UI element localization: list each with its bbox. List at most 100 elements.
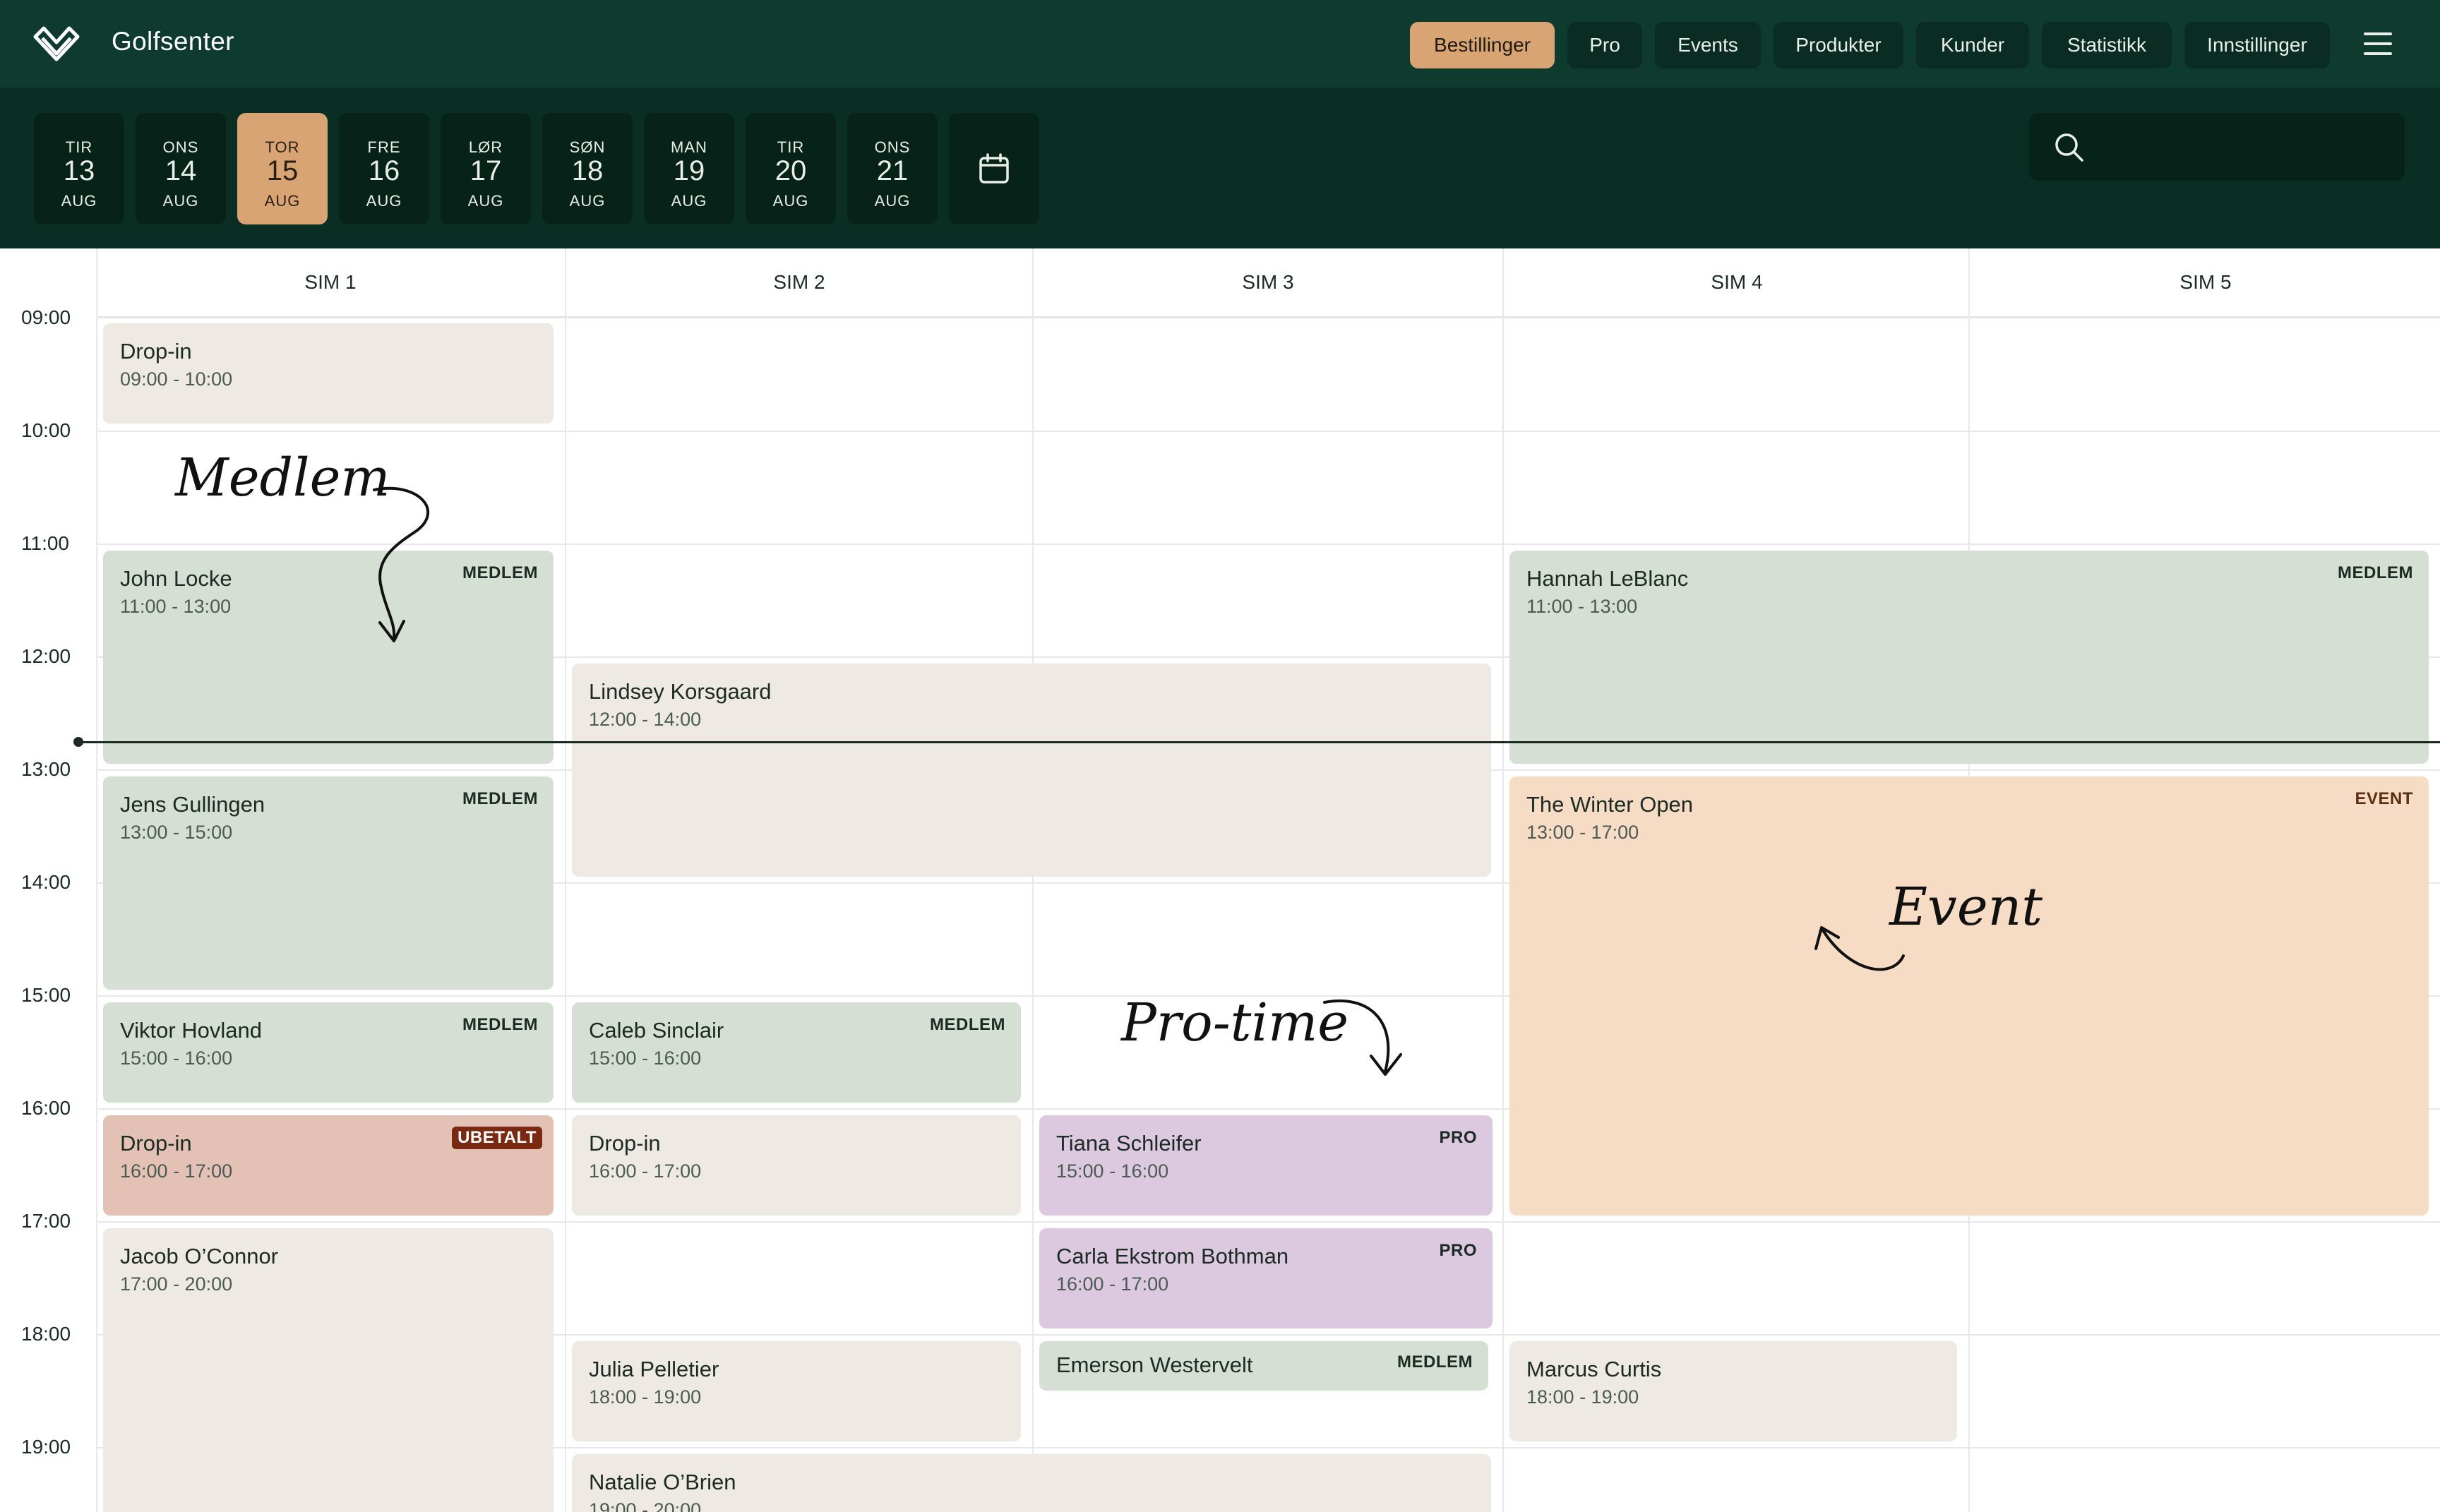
booking-card[interactable]: Tiana Schleifer 15:00 - 16:00 PRO (1039, 1115, 1493, 1216)
column-header-sim-5: SIM 5 (2179, 271, 2232, 293)
time-label: 09:00 (21, 306, 71, 328)
date-tile[interactable]: FRE 16 AUG (339, 113, 429, 224)
booking-card[interactable]: Viktor Hovland 15:00 - 16:00 MEDLEM (103, 1002, 554, 1103)
booking-card[interactable]: John Locke 11:00 - 13:00 MEDLEM (103, 551, 554, 764)
column-divider (1502, 248, 1504, 1512)
date-tile[interactable]: TIR 13 AUG (34, 113, 124, 224)
column-header-sim-3: SIM 3 (1242, 271, 1294, 293)
current-time-dot (73, 737, 83, 747)
date-day: 14 (165, 155, 197, 186)
menu-icon[interactable] (2364, 31, 2395, 59)
search-input[interactable] (2100, 127, 2389, 167)
logo-icon (33, 26, 80, 61)
booking-name: Lindsey Korsgaard (589, 679, 772, 704)
booking-name: Hannah LeBlanc (1526, 566, 1689, 591)
date-tile[interactable]: MAN 19 AUG (644, 113, 734, 224)
booking-card[interactable]: Drop-in 09:00 - 10:00 (103, 323, 554, 424)
date-month: AUG (671, 192, 707, 210)
booking-card[interactable]: Drop-in 16:00 - 17:00 (572, 1115, 1021, 1216)
booking-name: Emerson Westervelt (1056, 1352, 1253, 1377)
column-divider (565, 248, 566, 1512)
date-tile[interactable]: TIR 20 AUG (746, 113, 836, 224)
booking-card[interactable]: Natalie O’Brien 19:00 - 20:00 (572, 1454, 1491, 1512)
booking-card[interactable]: Emerson Westervelt MEDLEM (1039, 1341, 1488, 1391)
column-header-sim-2: SIM 2 (773, 271, 825, 293)
booking-time: 18:00 - 19:00 (589, 1386, 702, 1408)
date-tile[interactable]: LØR 17 AUG (441, 113, 531, 224)
booking-time: 15:00 - 16:00 (1056, 1160, 1169, 1182)
date-weekday: TOR (265, 138, 300, 156)
booking-time: 19:00 - 20:00 (589, 1499, 702, 1512)
member-badge: MEDLEM (462, 789, 538, 808)
booking-name: Tiana Schleifer (1056, 1131, 1202, 1156)
booking-card[interactable]: Lindsey Korsgaard 12:00 - 14:00 (572, 664, 1491, 877)
nav-kunder[interactable]: Kunder (1916, 22, 2029, 68)
date-weekday: TIR (65, 138, 93, 156)
search-box[interactable] (2029, 113, 2405, 181)
booking-card[interactable]: Caleb Sinclair 15:00 - 16:00 MEDLEM (572, 1002, 1021, 1103)
date-month: AUG (264, 192, 301, 210)
event-card[interactable]: The Winter Open 13:00 - 17:00 EVENT (1509, 776, 2429, 1216)
date-weekday: FRE (367, 138, 401, 156)
date-tile-selected[interactable]: TOR 15 AUG (237, 113, 328, 224)
member-badge: MEDLEM (2338, 563, 2413, 582)
nav-statistikk[interactable]: Statistikk (2042, 22, 2172, 68)
booking-name: Viktor Hovland (120, 1018, 263, 1043)
member-badge: MEDLEM (462, 563, 538, 582)
nav-pro[interactable]: Pro (1567, 22, 1642, 68)
date-tile[interactable]: ONS 21 AUG (847, 113, 938, 224)
booking-card[interactable]: Jacob O’Connor 17:00 - 20:00 (103, 1228, 554, 1512)
booking-time: 11:00 - 13:00 (120, 596, 232, 617)
nav-events[interactable]: Events (1655, 22, 1761, 68)
booking-name: Marcus Curtis (1526, 1357, 1662, 1381)
booking-time: 18:00 - 19:00 (1526, 1386, 1639, 1408)
booking-card[interactable]: Hannah LeBlanc 11:00 - 13:00 MEDLEM (1509, 551, 2429, 764)
booking-card[interactable]: Marcus Curtis 18:00 - 19:00 (1509, 1341, 1957, 1441)
date-tile[interactable]: SØN 18 AUG (542, 113, 633, 224)
time-label: 11:00 (21, 532, 69, 554)
header-divider (96, 316, 2440, 318)
column-header-sim-4: SIM 4 (1711, 271, 1763, 293)
annotation-medlem: Medlem (175, 448, 390, 508)
unpaid-badge: UBETALT (452, 1127, 542, 1149)
nav-innstillinger[interactable]: Innstillinger (2184, 22, 2330, 68)
nav-produkter[interactable]: Produkter (1774, 22, 1903, 68)
booking-name: The Winter Open (1526, 792, 1694, 817)
booking-name: John Locke (120, 566, 232, 591)
calendar-button[interactable] (949, 113, 1039, 224)
booking-card[interactable]: Julia Pelletier 18:00 - 19:00 (572, 1341, 1021, 1441)
nav-bestillinger[interactable]: Bestillinger (1410, 22, 1555, 68)
date-weekday: ONS (162, 138, 199, 156)
column-divider (96, 248, 97, 1512)
date-day: 15 (266, 155, 299, 186)
booking-name: Drop-in (120, 339, 192, 364)
booking-card[interactable]: Drop-in 16:00 - 17:00 UBETALT (103, 1115, 554, 1216)
booking-card[interactable]: Jens Gullingen 13:00 - 15:00 MEDLEM (103, 776, 554, 990)
date-month: AUG (467, 192, 504, 210)
booking-time: 17:00 - 20:00 (120, 1273, 233, 1295)
date-month: AUG (772, 192, 809, 210)
booking-name: Natalie O’Brien (589, 1470, 736, 1494)
date-day: 20 (775, 155, 807, 186)
date-month: AUG (366, 192, 402, 210)
booking-card[interactable]: Carla Ekstrom Bothman 16:00 - 17:00 PRO (1039, 1228, 1493, 1328)
booking-name: Jens Gullingen (120, 792, 265, 817)
column-header-sim-1: SIM 1 (304, 271, 357, 293)
member-badge: MEDLEM (462, 1015, 538, 1034)
booking-time: 09:00 - 10:00 (120, 368, 233, 390)
booking-name: Julia Pelletier (589, 1357, 719, 1381)
annotation-pro-time: Pro-time (1121, 992, 1349, 1053)
pro-badge: PRO (1439, 1128, 1477, 1147)
booking-name: Drop-in (120, 1131, 192, 1156)
booking-name: Jacob O’Connor (120, 1244, 279, 1268)
date-weekday: TIR (777, 138, 805, 156)
booking-name: Drop-in (589, 1131, 661, 1156)
time-label: 16:00 (21, 1097, 71, 1119)
date-month: AUG (569, 192, 606, 210)
column-divider (1032, 248, 1034, 1512)
curly-arrow-icon (373, 486, 429, 642)
date-strip: TIR 13 AUG ONS 14 AUG TOR 15 AUG FRE 16 … (0, 89, 2440, 248)
booking-time: 15:00 - 16:00 (120, 1048, 233, 1069)
booking-time: 16:00 - 17:00 (589, 1160, 702, 1182)
date-tile[interactable]: ONS 14 AUG (136, 113, 226, 224)
